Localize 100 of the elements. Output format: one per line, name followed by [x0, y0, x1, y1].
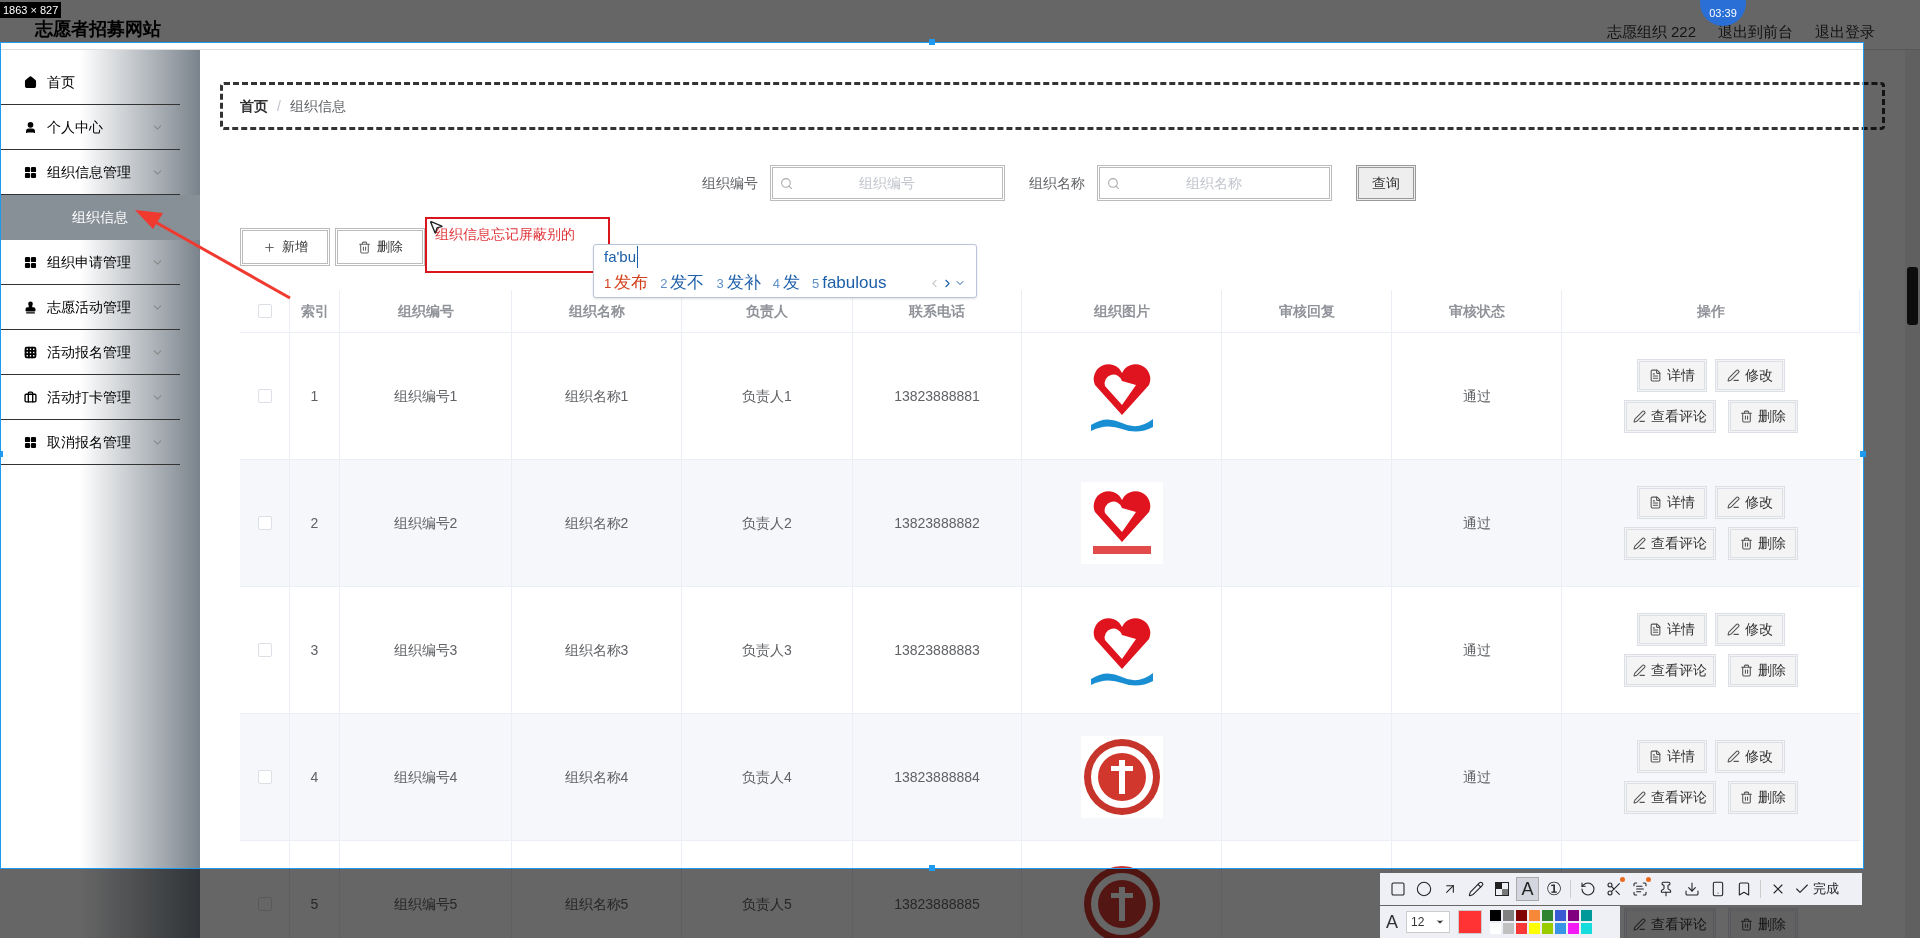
- done-button[interactable]: 完成: [1794, 879, 1839, 899]
- menu-icon: [24, 120, 37, 134]
- table-cell-text: 13823888885: [894, 894, 980, 914]
- table-cell-text: 负责人3: [742, 640, 792, 660]
- menu-icon: [24, 390, 37, 404]
- scrollbar-thumb[interactable]: [1907, 267, 1918, 325]
- edit-button[interactable]: 修改: [1715, 740, 1785, 773]
- breadcrumb-link[interactable]: 组织信息: [289, 95, 346, 117]
- query-button[interactable]: 查询: [1355, 165, 1416, 201]
- sidebar-item[interactable]: 个人中心: [0, 105, 180, 150]
- table-cell-text: 组织编号2: [393, 513, 458, 533]
- number-tool[interactable]: ①: [1542, 877, 1565, 901]
- color-swatch[interactable]: [1542, 923, 1553, 934]
- checkbox[interactable]: [257, 516, 272, 530]
- current-color[interactable]: [1458, 910, 1482, 934]
- undo-icon: [1579, 881, 1596, 897]
- detail-button[interactable]: 详情: [1637, 613, 1707, 646]
- trash-icon: [1740, 791, 1753, 804]
- table-cell-text: 1: [310, 386, 319, 406]
- column-header: 负责人: [746, 301, 788, 321]
- ime-candidate[interactable]: 4 发: [772, 270, 800, 296]
- delete-button[interactable]: 删除: [1728, 654, 1798, 687]
- checkbox[interactable]: [257, 389, 272, 403]
- comments-button[interactable]: 查看评论: [1624, 527, 1716, 560]
- sidebar-item[interactable]: 志愿活动管理: [0, 285, 180, 330]
- ime-candidate[interactable]: 1 发布: [604, 270, 649, 296]
- comments-button[interactable]: 查看评论: [1624, 654, 1716, 687]
- menu-icon: [24, 255, 37, 269]
- pen-icon: [1633, 918, 1646, 931]
- resize-handle[interactable]: [1860, 451, 1866, 457]
- sidebar-item[interactable]: 首页: [0, 60, 180, 105]
- table-cell-text: 组织编号3: [393, 640, 458, 660]
- caret-icon: [1435, 917, 1445, 927]
- table-cell-text: 负责人1: [742, 386, 792, 406]
- color-swatch[interactable]: [1516, 923, 1527, 934]
- comments-button[interactable]: 查看评论: [1624, 781, 1716, 814]
- color-swatch[interactable]: [1568, 910, 1579, 921]
- resize-handle[interactable]: [929, 865, 935, 871]
- checkbox[interactable]: [257, 304, 272, 318]
- color-swatch[interactable]: [1568, 923, 1579, 934]
- ime-candidate[interactable]: 3 发补: [716, 270, 761, 296]
- delete-button[interactable]: 删除: [1728, 400, 1798, 433]
- table-cell-text: 13823888883: [894, 640, 980, 660]
- table-cell-text: 组织名称5: [564, 894, 629, 914]
- detail-button[interactable]: 详情: [1637, 740, 1707, 773]
- ime-candidate[interactable]: 2 发不: [660, 270, 705, 296]
- color-swatch[interactable]: [1516, 910, 1527, 921]
- color-swatch[interactable]: [1555, 910, 1566, 921]
- color-swatch[interactable]: [1555, 923, 1566, 934]
- color-swatch[interactable]: [1581, 910, 1592, 921]
- detail-button[interactable]: 详情: [1637, 359, 1707, 392]
- site-title: 志愿者招募网站: [35, 18, 161, 41]
- breadcrumb-link[interactable]: 首页: [240, 95, 268, 117]
- font-size-select[interactable]: 12: [1406, 911, 1450, 933]
- scissors-icon: [1605, 881, 1622, 897]
- edit-button[interactable]: 修改: [1715, 613, 1785, 646]
- add-button[interactable]: 新增: [240, 228, 330, 266]
- delete-button[interactable]: 删除: [1728, 781, 1798, 814]
- search-field[interactable]: 组织名称: [1096, 165, 1332, 201]
- color-swatch[interactable]: [1529, 910, 1540, 921]
- edit-button[interactable]: 修改: [1715, 359, 1785, 392]
- delete-button[interactable]: 删除: [335, 228, 425, 266]
- resize-handle[interactable]: [929, 39, 935, 45]
- table-cell-text: 13823888884: [894, 767, 980, 787]
- trash-icon: [1740, 664, 1753, 677]
- field-label: 组织编号: [701, 173, 758, 193]
- menu-icon: [24, 345, 37, 359]
- edit-button[interactable]: 修改: [1715, 486, 1785, 519]
- table-cell-text: 组织名称2: [564, 513, 629, 533]
- checkbox[interactable]: [257, 643, 272, 657]
- table-cell-text: 13823888881: [894, 386, 980, 406]
- column-header: 组织图片: [1093, 301, 1150, 321]
- sidebar-item[interactable]: 取消报名管理: [0, 420, 180, 465]
- pen-icon: [1727, 496, 1740, 509]
- sidebar-item[interactable]: 组织申请管理: [0, 240, 180, 285]
- checkbox[interactable]: [257, 770, 272, 784]
- pen-icon: [1633, 537, 1646, 550]
- comments-button[interactable]: 查看评论: [1624, 400, 1716, 433]
- sidebar-item[interactable]: 活动报名管理: [0, 330, 180, 375]
- text-tool[interactable]: A: [1516, 877, 1539, 901]
- menu-icon: [24, 300, 37, 314]
- column-header: 审核状态: [1448, 301, 1505, 321]
- trash-icon: [1740, 410, 1753, 423]
- search-icon: [1106, 176, 1120, 190]
- color-swatch[interactable]: [1542, 910, 1553, 921]
- column-header: 组织名称: [568, 301, 625, 321]
- table-cell-text: 通过: [1462, 386, 1491, 406]
- ime-candidate[interactable]: 5 fabulous: [811, 270, 887, 296]
- color-swatch[interactable]: [1581, 923, 1592, 934]
- color-swatch[interactable]: [1529, 923, 1540, 934]
- delete-button[interactable]: 删除: [1728, 527, 1798, 560]
- color-swatch[interactable]: [1503, 910, 1514, 921]
- color-swatch[interactable]: [1503, 923, 1514, 934]
- search-field[interactable]: 组织编号: [769, 165, 1005, 201]
- table-cell-text: 3: [310, 640, 319, 660]
- detail-button[interactable]: 详情: [1637, 486, 1707, 519]
- sidebar-item[interactable]: 活动打卡管理: [0, 375, 180, 420]
- trash-icon: [357, 240, 371, 254]
- column-header: 索引: [300, 301, 329, 321]
- color-swatch[interactable]: [1490, 910, 1501, 921]
